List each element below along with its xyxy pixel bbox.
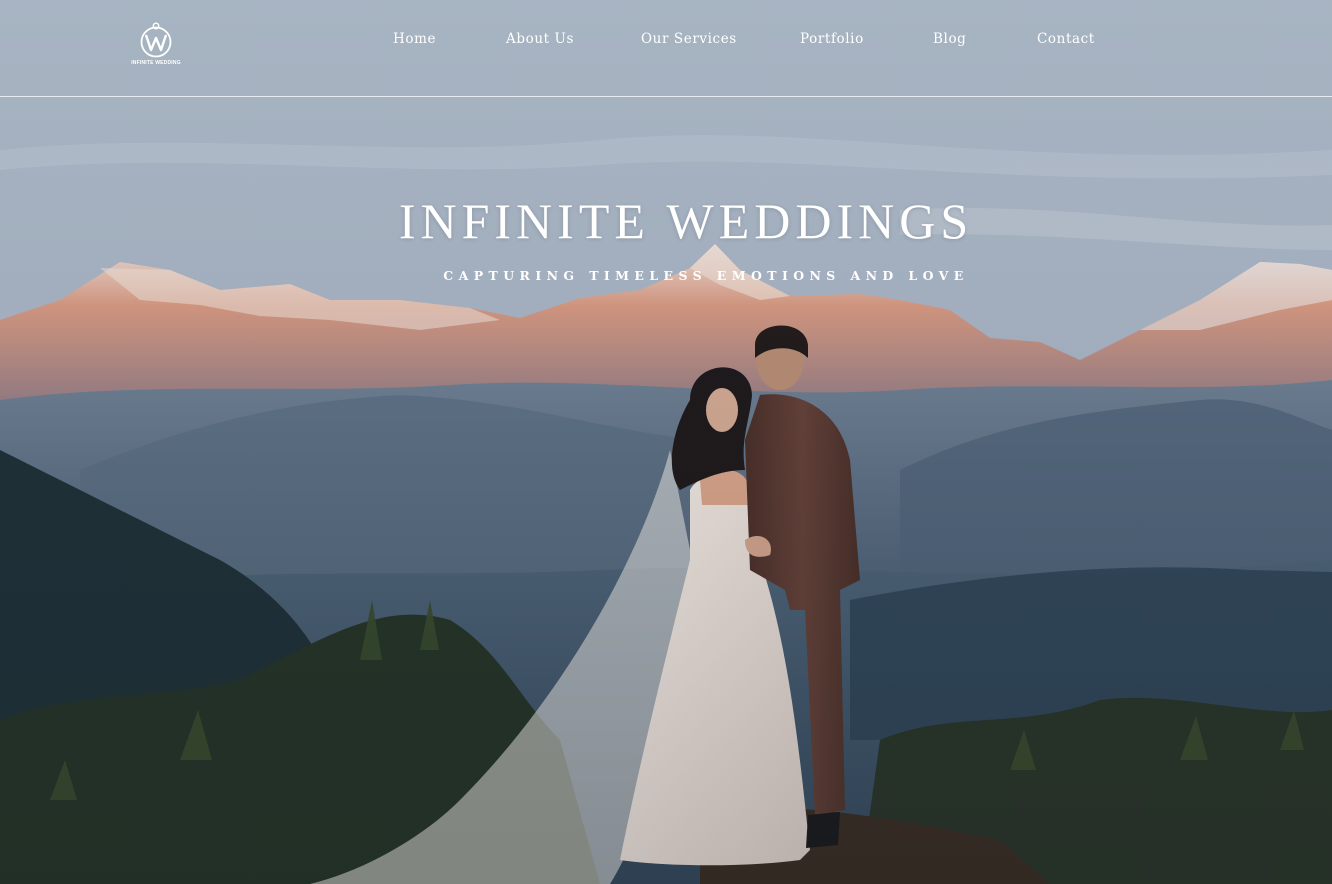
site-header: INFINITE WEDDING Home About Us Our Servi… [0, 0, 1332, 97]
hero-background-photo [0, 0, 1332, 884]
nav-item-our-services[interactable]: Our Services [641, 31, 737, 47]
hero-overlay [0, 0, 1332, 884]
hero-title: INFINITE WEDDINGS [398, 193, 974, 249]
hero-subtitle: CAPTURING TIMELESS EMOTIONS AND LOVE [443, 268, 969, 283]
main-navigation: Home About Us Our Services Portfolio Blo… [0, 31, 1332, 51]
nav-item-blog[interactable]: Blog [933, 31, 966, 47]
nav-item-about-us[interactable]: About Us [506, 31, 574, 47]
nav-item-contact[interactable]: Contact [1037, 31, 1095, 47]
nav-item-portfolio[interactable]: Portfolio [800, 31, 864, 47]
nav-item-home[interactable]: Home [393, 31, 436, 47]
brand-name: INFINITE WEDDING [131, 60, 181, 66]
